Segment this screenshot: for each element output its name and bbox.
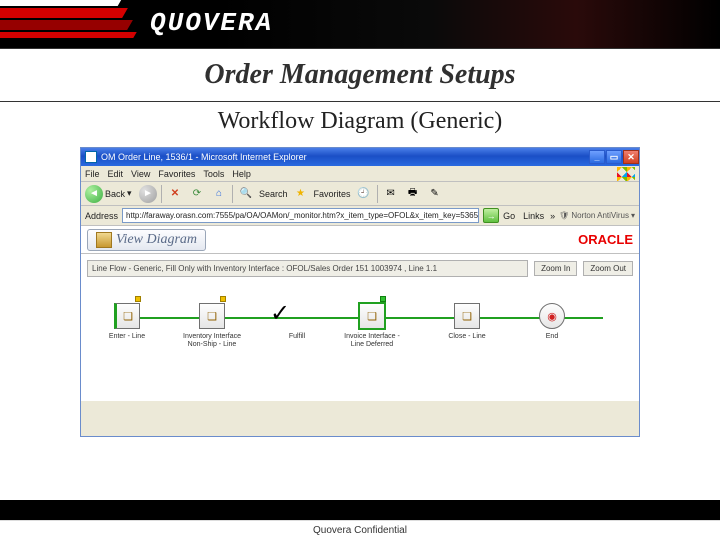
end-icon: ◉ [539,303,565,329]
slide-title: Order Management Setups [0,48,720,102]
activity-icon: ❏ [454,303,480,329]
mail-button[interactable]: ✉ [382,185,400,203]
zoom-out-button[interactable]: Zoom Out [583,261,633,276]
forward-button[interactable]: ► [139,185,157,203]
flow-node-enter[interactable]: ❏ Enter - Line [97,303,157,341]
activity-icon: ❏ [359,303,385,329]
banner-accent [0,0,120,48]
go-label: Go [503,211,515,221]
separator [377,185,378,203]
flow-node-inventory[interactable]: ❏ Inventory Interface Non-Ship - Line [182,303,242,348]
norton-label: Norton AntiVirus [571,211,629,220]
ie-window: OM Order Line, 1536/1 - Microsoft Intern… [80,147,640,437]
view-diagram-label: View Diagram [116,232,197,248]
address-label: Address [85,211,118,221]
separator [161,185,162,203]
ie-menubar: File Edit View Favorites Tools Help [81,166,639,182]
window-controls: _ ▭ ✕ [588,150,639,164]
node-label: End [522,333,582,341]
print-button[interactable]: 🖶 [404,185,422,203]
refresh-button[interactable]: ⟳ [188,185,206,203]
back-icon: ◄ [85,185,103,203]
ie-address-bar: Address http://faraway.orasn.com:7555/pa… [81,206,639,226]
activity-icon: ❏ [199,303,225,329]
diagram-topbar: Line Flow - Generic, Fill Only with Inve… [87,260,633,277]
stop-button[interactable]: ✕ [166,185,184,203]
menu-tools[interactable]: Tools [203,169,224,179]
menu-help[interactable]: Help [232,169,251,179]
footer: Quovera Confidential [0,520,720,540]
activity-icon: ❏ [114,303,140,329]
dropdown-icon: ▾ [127,188,132,199]
back-button[interactable]: ◄ Back ▾ [85,185,135,203]
favorites-icon[interactable]: ★ [292,185,310,203]
diagram-icon [96,232,112,248]
home-button[interactable]: ⌂ [210,185,228,203]
search-icon[interactable]: 🔍 [237,185,255,203]
node-label: Enter - Line [97,333,157,341]
flow-node-fulfill[interactable]: Fulfill [267,303,327,341]
links-label[interactable]: Links [523,211,544,221]
node-label: Fulfill [267,333,327,341]
norton-antivirus[interactable]: 🛡 Norton AntiVirus ▾ [559,211,635,220]
maximize-button[interactable]: ▭ [606,150,622,164]
oracle-header: View Diagram ORACLE [81,226,639,254]
address-input[interactable]: http://faraway.orasn.com:7555/pa/OA/OAMo… [122,208,479,223]
black-strip [0,500,720,520]
menu-edit[interactable]: Edit [108,169,124,179]
edit-button[interactable]: ✎ [426,185,444,203]
flow-node-end[interactable]: ◉ End [522,303,582,341]
diagram-description: Line Flow - Generic, Fill Only with Inve… [87,260,528,277]
back-label: Back [105,189,125,199]
node-label: Close - Line [437,333,497,341]
footer-text: Quovera Confidential [313,525,407,536]
node-label: Invoice Interface - Line Deferred [342,333,402,348]
zoom-in-button[interactable]: Zoom In [534,261,577,276]
oracle-logo: ORACLE [578,232,633,247]
go-button[interactable]: → [483,208,499,223]
ie-titlebar: OM Order Line, 1536/1 - Microsoft Intern… [81,148,639,166]
node-label: Inventory Interface Non-Ship - Line [182,333,242,348]
brand-logo: QUOVERA [150,8,273,38]
menu-favorites[interactable]: Favorites [158,169,195,179]
address-url: http://faraway.orasn.com:7555/pa/OA/OAMo… [126,211,479,220]
windows-flag-icon [617,167,635,181]
ie-app-icon [85,151,97,163]
minimize-button[interactable]: _ [589,150,605,164]
menu-view[interactable]: View [131,169,150,179]
shield-icon: 🛡 [559,211,569,220]
ie-window-title: OM Order Line, 1536/1 - Microsoft Intern… [101,152,307,162]
workflow-flow: ❏ Enter - Line ❏ Inventory Interface Non… [87,295,633,395]
view-diagram-button[interactable]: View Diagram [87,229,206,251]
slide-subtitle: Workflow Diagram (Generic) [0,102,720,141]
brand-banner: QUOVERA [0,0,720,48]
flow-node-invoice[interactable]: ❏ Invoice Interface - Line Deferred [342,303,402,348]
flow-node-close[interactable]: ❏ Close - Line [437,303,497,341]
separator [232,185,233,203]
favorites-label[interactable]: Favorites [314,189,351,199]
menu-file[interactable]: File [85,169,100,179]
ie-toolbar: ◄ Back ▾ ► ✕ ⟳ ⌂ 🔍 Search ★ Favorites 🕘 … [81,182,639,206]
search-label[interactable]: Search [259,189,288,199]
diagram-area: Line Flow - Generic, Fill Only with Inve… [81,254,639,401]
close-button[interactable]: ✕ [623,150,639,164]
history-button[interactable]: 🕘 [355,185,373,203]
